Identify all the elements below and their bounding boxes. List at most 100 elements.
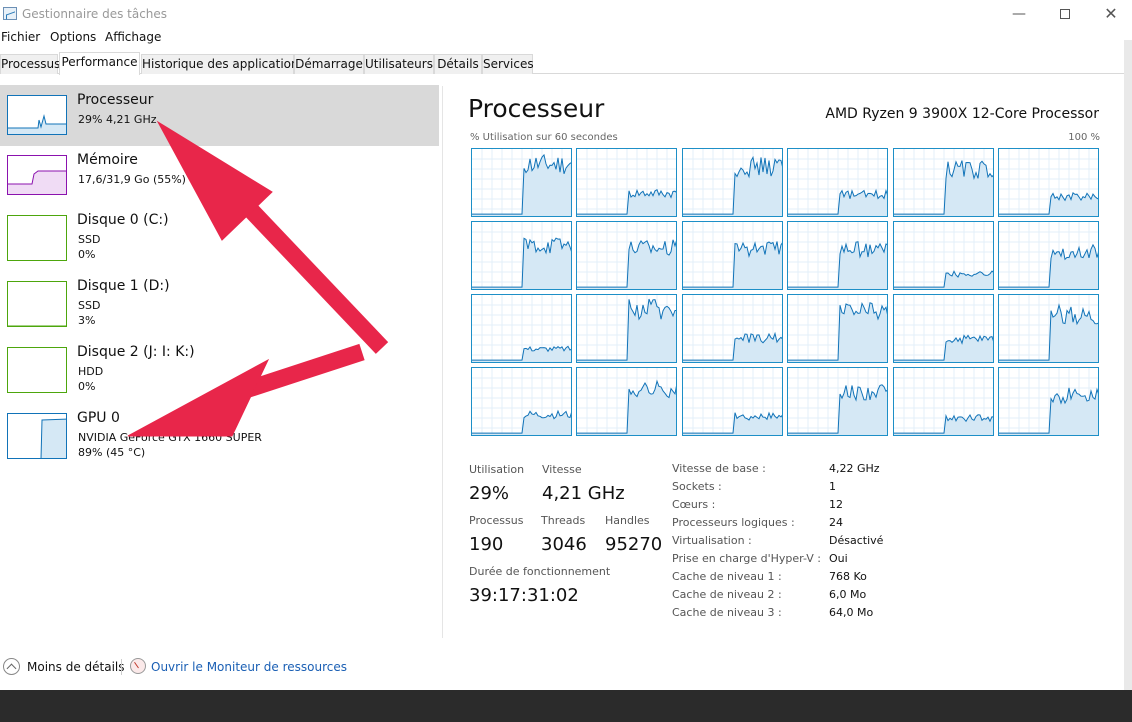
scrollbar-strip (1124, 40, 1132, 690)
spec-label: Vitesse de base : (672, 462, 766, 475)
resource-detail: NVIDIA GeForce GTX 1660 SUPER (78, 431, 262, 444)
core-graph (471, 148, 572, 217)
window-title: Gestionnaire des tâches (22, 7, 168, 21)
spec-value: 24 (829, 516, 843, 529)
spec-label: Cache de niveau 2 : (672, 588, 782, 601)
footer-bar: Moins de détails Ouvrir le Moniteur de r… (0, 648, 1132, 688)
minimize-button[interactable]: — (996, 0, 1042, 28)
resource-detail: SSD (78, 299, 101, 312)
close-button[interactable]: ✕ (1088, 0, 1132, 28)
handles-label: Handles (605, 514, 650, 527)
panel-divider (442, 86, 443, 638)
resource-usage: 3% (78, 314, 96, 327)
core-graph (682, 294, 783, 363)
footer-separator (121, 659, 122, 675)
spec-value: 1 (829, 480, 836, 493)
title-bar: Gestionnaire des tâches — ✕ (0, 0, 1132, 28)
core-graph (998, 367, 1099, 436)
resource-title: Mémoire (77, 152, 138, 168)
resource-monitor-link[interactable]: Ouvrir le Moniteur de ressources (151, 660, 347, 674)
core-graph (576, 148, 677, 217)
resource-detail: 17,6/31,9 Go (55%) (78, 173, 186, 186)
threads-label: Threads (541, 514, 586, 527)
spec-label: Virtualisation : (672, 534, 752, 547)
graph-caption: % Utilisation sur 60 secondes (470, 132, 618, 143)
spec-value: 64,0 Mo (829, 606, 874, 619)
resource-detail: HDD (78, 365, 104, 378)
menu-fichier[interactable]: Fichier (1, 30, 40, 44)
core-graph (893, 294, 994, 363)
core-graph (471, 294, 572, 363)
menu-options[interactable]: Options (50, 30, 96, 44)
spec-value: Oui (829, 552, 848, 565)
task-manager-icon (3, 7, 17, 20)
processus-value: 190 (469, 534, 504, 555)
tab-utilisateurs[interactable]: Utilisateurs (364, 54, 434, 74)
core-graph (998, 148, 1099, 217)
vitesse-value: 4,21 GHz (542, 483, 625, 504)
processus-label: Processus (469, 514, 524, 527)
core-graph (787, 367, 888, 436)
core-graph (998, 221, 1099, 290)
resource-detail: 29% 4,21 GHz (78, 113, 157, 126)
resource-monitor-icon[interactable] (130, 658, 146, 674)
core-graph (682, 367, 783, 436)
core-graph (576, 367, 677, 436)
core-graph (682, 148, 783, 217)
cpu-model: AMD Ryzen 9 3900X 12-Core Processor (825, 106, 1099, 122)
resource-memoire[interactable]: Mémoire 17,6/31,9 Go (55%) (0, 152, 439, 215)
resource-usage: 89% (45 °C) (78, 446, 146, 459)
cpu-thumbnail-graph (7, 95, 67, 135)
resource-title: Disque 0 (C:) (77, 212, 169, 228)
core-graph (787, 294, 888, 363)
core-graph (998, 294, 1099, 363)
spec-label: Cœurs : (672, 498, 716, 511)
menu-affichage[interactable]: Affichage (105, 30, 161, 44)
spec-value: 768 Ko (829, 570, 867, 583)
spec-value: Désactivé (829, 534, 884, 547)
tab-demarrage[interactable]: Démarrage (294, 54, 364, 74)
handles-value: 95270 (605, 534, 663, 555)
disk-thumbnail-graph (7, 347, 67, 393)
spec-label: Sockets : (672, 480, 722, 493)
core-graph (787, 221, 888, 290)
memory-thumbnail-graph (7, 155, 67, 195)
disk-thumbnail-graph (7, 281, 67, 327)
tab-services[interactable]: Services (482, 54, 534, 74)
spec-value: 12 (829, 498, 843, 511)
disk-thumbnail-graph (7, 215, 67, 261)
maximize-button[interactable] (1042, 0, 1088, 28)
resource-title: Processeur (77, 92, 154, 108)
tab-performance[interactable]: Performance (59, 52, 140, 75)
tab-details[interactable]: Détails (434, 54, 482, 74)
core-graph (471, 367, 572, 436)
core-graph (893, 148, 994, 217)
resource-disque-0[interactable]: Disque 0 (C:) SSD 0% (0, 212, 439, 275)
tab-processus[interactable]: Processus (0, 54, 60, 74)
resource-title: Disque 2 (J: I: K:) (77, 344, 195, 360)
core-graph (576, 294, 677, 363)
core-graph (682, 221, 783, 290)
uptime-label: Durée de fonctionnement (469, 565, 611, 578)
vitesse-label: Vitesse (542, 463, 582, 476)
tab-historique[interactable]: Historique des applications (141, 54, 305, 74)
resource-gpu-0[interactable]: GPU 0 NVIDIA GeForce GTX 1660 SUPER 89% … (0, 410, 439, 473)
chevron-up-icon[interactable] (3, 658, 20, 675)
resource-detail: SSD (78, 233, 101, 246)
resource-title: GPU 0 (77, 410, 120, 426)
resource-title: Disque 1 (D:) (77, 278, 170, 294)
utilisation-value: 29% (469, 483, 510, 504)
resource-disque-1[interactable]: Disque 1 (D:) SSD 3% (0, 278, 439, 341)
spec-value: 4,22 GHz (829, 462, 880, 475)
resource-disque-2[interactable]: Disque 2 (J: I: K:) HDD 0% (0, 344, 439, 407)
core-graph (576, 221, 677, 290)
resource-processeur[interactable]: Processeur 29% 4,21 GHz (0, 92, 439, 155)
less-details-button[interactable]: Moins de détails (27, 660, 125, 674)
spec-label: Processeurs logiques : (672, 516, 795, 529)
core-graph (893, 367, 994, 436)
resource-list: Processeur 29% 4,21 GHz Mémoire 17,6/31,… (0, 75, 442, 640)
resource-usage: 0% (78, 380, 96, 393)
core-graph (471, 221, 572, 290)
taskbar (0, 690, 1132, 722)
resource-usage: 0% (78, 248, 96, 261)
